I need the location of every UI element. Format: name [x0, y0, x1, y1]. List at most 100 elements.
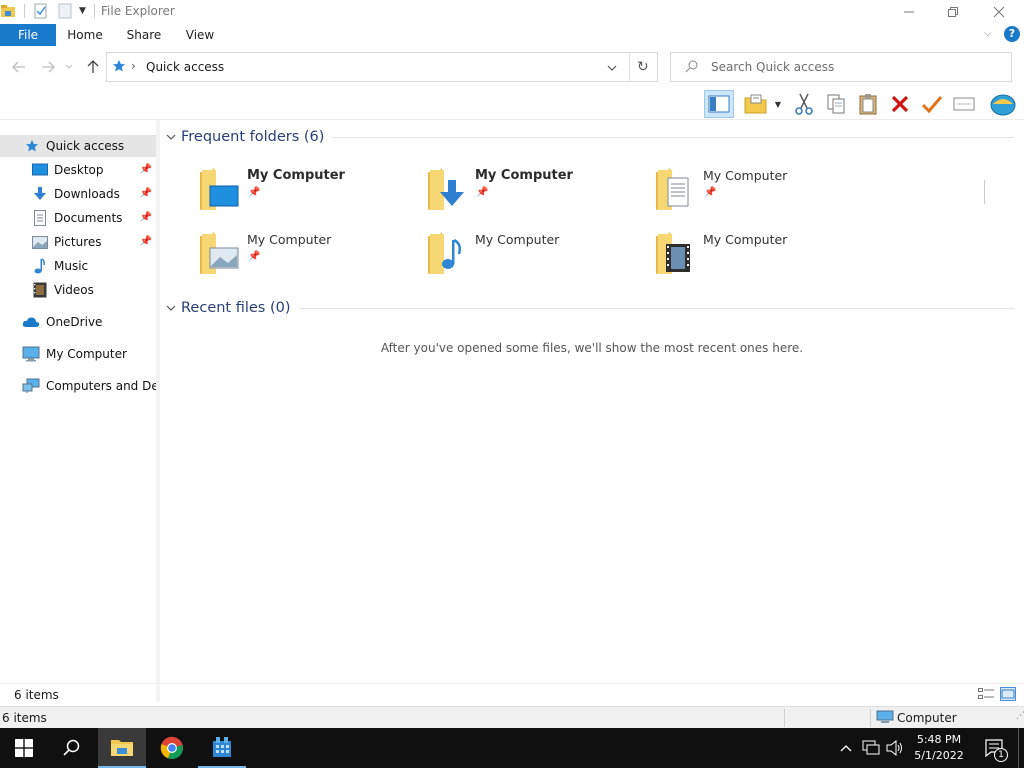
videos-folder-icon — [656, 232, 690, 274]
customize-qat-icon[interactable]: ▼ — [79, 6, 86, 16]
address-dropdown-icon[interactable] — [607, 61, 617, 75]
folder-tile[interactable]: My Computer — [390, 226, 610, 278]
sidebar-item-computers-and-devices[interactable]: Computers and Devices — [0, 375, 156, 397]
cloud-icon — [22, 314, 40, 330]
collapse-chevron-icon[interactable] — [162, 302, 180, 315]
qat-divider-2 — [93, 4, 95, 18]
toolbar: ▼ — [0, 88, 1024, 204]
pin-icon[interactable]: 📌 — [248, 187, 260, 198]
folder-tile[interactable]: My Computer — [618, 226, 838, 278]
show-hidden-icons-chevron-icon[interactable] — [838, 728, 854, 768]
copy-icon[interactable] — [822, 90, 850, 118]
sidebar-item-documents[interactable]: Documents 📌 — [0, 207, 156, 229]
cut-icon[interactable] — [790, 90, 818, 118]
folder-tile[interactable]: My Computer 📌 — [162, 162, 382, 214]
pin-icon[interactable]: 📌 — [140, 236, 152, 247]
dropdown-arrow-icon[interactable]: ▼ — [770, 90, 786, 118]
group-rule — [298, 307, 1014, 309]
expand-ribbon-icon[interactable]: ⌵ — [984, 28, 992, 39]
properties-icon[interactable] — [33, 3, 49, 19]
frequent-folders-header[interactable]: Frequent folders (6) — [162, 129, 1014, 145]
sidebar-item-label: Downloads — [54, 187, 120, 201]
folder-tile[interactable]: My Computer 📌 — [390, 162, 610, 214]
title-bar: ▼ File Explorer — [0, 0, 1024, 24]
paste-icon[interactable] — [854, 90, 882, 118]
item-count-secondary: 6 items — [2, 711, 47, 725]
large-icons-view-icon[interactable] — [1000, 687, 1016, 701]
sidebar-item-videos[interactable]: Videos — [0, 279, 156, 301]
address-bar[interactable]: › Quick access ↻ — [106, 52, 658, 82]
sidebar-item-desktop[interactable]: Desktop 📌 — [0, 159, 156, 181]
file-explorer-icon — [0, 3, 16, 19]
back-button[interactable] — [9, 58, 29, 76]
sidebar-item-pictures[interactable]: Pictures 📌 — [0, 231, 156, 253]
folder-tile[interactable]: My Computer 📌 — [618, 162, 838, 214]
globe-icon[interactable] — [989, 90, 1017, 118]
sidebar-item-onedrive[interactable]: OneDrive — [0, 311, 156, 333]
action-center-icon[interactable]: 1 — [980, 728, 1010, 768]
item-count: 6 items — [14, 688, 59, 702]
details-view-icon[interactable] — [978, 688, 994, 703]
volume-icon[interactable] — [884, 728, 906, 768]
minimize-button[interactable] — [886, 0, 932, 24]
app-taskbar-button[interactable] — [198, 728, 246, 768]
sidebar-item-my-computer[interactable]: My Computer — [0, 343, 156, 365]
sidebar-item-music[interactable]: Music — [0, 255, 156, 277]
window-title: File Explorer — [101, 4, 175, 18]
document-icon — [32, 210, 48, 226]
restore-button[interactable] — [930, 0, 976, 24]
pictures-folder-icon — [200, 232, 239, 274]
folder-tile[interactable]: My Computer 📌 — [162, 226, 382, 278]
recent-files-header[interactable]: Recent files (0) — [162, 300, 1014, 316]
status-bar: 6 items — [0, 683, 1024, 705]
breadcrumb[interactable]: Quick access — [146, 60, 224, 74]
checkmark-icon[interactable] — [918, 90, 946, 118]
computer-zone-icon — [876, 710, 894, 727]
folder-icon — [111, 740, 133, 756]
pin-icon[interactable]: 📌 — [140, 188, 152, 199]
rename-icon[interactable] — [950, 90, 978, 118]
recent-files-empty-message: After you've opened some files, we'll sh… — [380, 341, 804, 355]
start-button[interactable] — [0, 728, 48, 768]
sidebar-item-quick-access[interactable]: Quick access — [0, 135, 156, 157]
group-title: Recent files (0) — [181, 300, 291, 316]
pin-icon[interactable]: 📌 — [476, 187, 488, 198]
recent-locations-chevron-icon[interactable] — [62, 58, 76, 76]
tab-view[interactable]: View — [180, 24, 220, 46]
clock[interactable]: 5:48 PM 5/1/2022 — [910, 728, 968, 768]
collapse-chevron-icon[interactable] — [162, 131, 180, 144]
close-button[interactable] — [976, 0, 1022, 24]
address-divider — [629, 53, 630, 81]
group-title: Frequent folders (6) — [181, 129, 325, 145]
show-desktop-button[interactable] — [1018, 728, 1024, 768]
help-icon[interactable]: ? — [1004, 26, 1020, 42]
refresh-icon[interactable]: ↻ — [637, 59, 649, 75]
delete-icon[interactable] — [886, 90, 914, 118]
pin-icon[interactable]: 📌 — [248, 251, 260, 262]
resize-grip-icon[interactable]: ⋰ — [1016, 711, 1024, 721]
breadcrumb-separator[interactable]: › — [131, 59, 136, 73]
status-divider — [870, 709, 871, 727]
documents-folder-icon — [656, 168, 689, 210]
pin-icon[interactable]: 📌 — [140, 212, 152, 223]
tab-share[interactable]: Share — [122, 24, 166, 46]
forward-button[interactable] — [38, 58, 58, 76]
new-folder-qat-icon[interactable] — [57, 3, 73, 19]
new-folder-icon[interactable] — [742, 90, 770, 118]
tab-file[interactable]: File — [0, 24, 56, 46]
search-input[interactable]: Search Quick access — [670, 52, 1012, 82]
chrome-taskbar-button[interactable] — [148, 728, 196, 768]
tab-home[interactable]: Home — [62, 24, 108, 46]
sidebar-item-downloads[interactable]: Downloads 📌 — [0, 183, 156, 205]
nav-pane-splitter[interactable] — [156, 120, 160, 702]
search-taskbar-button[interactable] — [48, 728, 96, 768]
qat-divider — [24, 4, 25, 18]
preview-pane-button[interactable] — [704, 90, 734, 118]
up-button[interactable] — [83, 58, 103, 76]
network-tray-icon[interactable] — [860, 728, 882, 768]
file-explorer-taskbar-button[interactable] — [98, 728, 146, 768]
star-icon — [24, 138, 40, 154]
pin-icon[interactable]: 📌 — [704, 187, 716, 198]
pin-icon[interactable]: 📌 — [140, 164, 152, 175]
notification-badge: 1 — [994, 748, 1008, 762]
